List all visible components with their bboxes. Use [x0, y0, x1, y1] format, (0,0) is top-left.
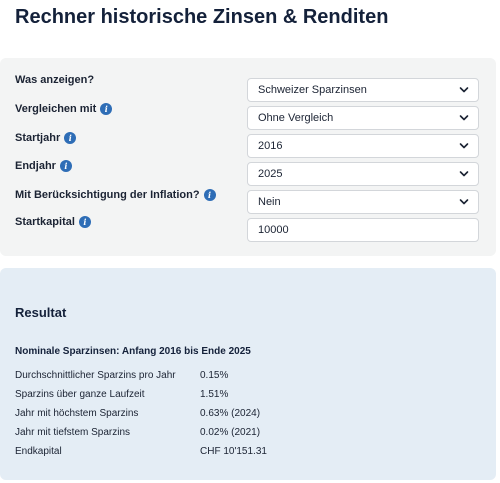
field-label: Startjahr i [15, 132, 77, 144]
result-value: 0.02% (2021) [200, 427, 261, 438]
calculator-form: Was anzeigen? Schweizer Sparzinsen Vergl… [0, 58, 496, 256]
chevron-down-icon [459, 171, 469, 177]
field-label: Mit Berücksichtigung der Inflation? i [15, 189, 216, 201]
field-label: Endjahr i [15, 160, 72, 172]
result-subtitle: Nominale Sparzinsen: Anfang 2016 bis End… [15, 346, 251, 357]
field-label: Vergleichen mit i [15, 103, 113, 115]
input-value: 10000 [258, 224, 289, 236]
startjahr-select[interactable]: 2016 [247, 134, 479, 158]
inflation-select[interactable]: Nein [247, 190, 479, 214]
result-row: Endkapital CHF 10'151.31 [0, 446, 496, 460]
info-icon[interactable]: i [78, 216, 91, 228]
was-anzeigen-select[interactable]: Schweizer Sparzinsen [247, 78, 479, 102]
form-row-endjahr: Endjahr i 2025 [0, 160, 496, 186]
form-row-startkapital: Startkapital i 10000 [0, 216, 496, 242]
result-label: Endkapital [15, 446, 62, 457]
field-label-text: Startjahr [15, 132, 61, 144]
result-panel: Resultat Nominale Sparzinsen: Anfang 201… [0, 268, 496, 480]
chevron-down-icon [459, 115, 469, 121]
select-value: 2016 [258, 140, 283, 152]
page-title: Rechner historische Zinsen & Renditen [15, 6, 389, 28]
startkapital-input[interactable]: 10000 [247, 218, 479, 242]
form-row-startjahr: Startjahr i 2016 [0, 132, 496, 158]
result-title: Resultat [15, 305, 67, 320]
chevron-down-icon [459, 87, 469, 93]
field-label-text: Vergleichen mit [15, 103, 97, 115]
result-value: 0.63% (2024) [200, 408, 261, 419]
info-icon[interactable]: i [64, 132, 77, 144]
field-label: Startkapital i [15, 216, 91, 228]
result-value: CHF 10'151.31 [200, 446, 267, 457]
select-value: 2025 [258, 168, 283, 180]
result-label: Jahr mit höchstem Sparzins [15, 408, 139, 419]
form-row-vergleichen-mit: Vergleichen mit i Ohne Vergleich [0, 103, 496, 130]
result-row: Jahr mit tiefstem Sparzins 0.02% (2021) [0, 427, 496, 441]
result-label: Durchschnittlicher Sparzins pro Jahr [15, 370, 176, 381]
form-row-inflation: Mit Berücksichtigung der Inflation? i Ne… [0, 189, 496, 214]
result-row: Durchschnittlicher Sparzins pro Jahr 0.1… [0, 370, 496, 384]
form-row-was-anzeigen: Was anzeigen? Schweizer Sparzinsen [0, 74, 496, 102]
result-row: Jahr mit höchstem Sparzins 0.63% (2024) [0, 408, 496, 422]
field-label-text: Was anzeigen? [15, 74, 95, 86]
field-label: Was anzeigen? [15, 74, 94, 86]
info-icon[interactable]: i [59, 160, 72, 172]
endjahr-select[interactable]: 2025 [247, 162, 479, 186]
select-value: Ohne Vergleich [258, 112, 334, 124]
field-label-text: Startkapital [15, 216, 75, 228]
chevron-down-icon [459, 199, 469, 205]
vergleichen-mit-select[interactable]: Ohne Vergleich [247, 106, 479, 130]
field-label-text: Endjahr [15, 160, 56, 172]
result-value: 0.15% [200, 370, 229, 381]
result-label: Jahr mit tiefstem Sparzins [15, 427, 131, 438]
result-row: Sparzins über ganze Laufzeit 1.51% [0, 389, 496, 403]
select-value: Schweizer Sparzinsen [258, 84, 367, 96]
result-label: Sparzins über ganze Laufzeit [15, 389, 145, 400]
info-icon[interactable]: i [203, 189, 216, 201]
select-value: Nein [258, 196, 281, 208]
chevron-down-icon [459, 143, 469, 149]
info-icon[interactable]: i [100, 103, 113, 115]
result-value: 1.51% [200, 389, 229, 400]
field-label-text: Mit Berücksichtigung der Inflation? [15, 189, 200, 201]
